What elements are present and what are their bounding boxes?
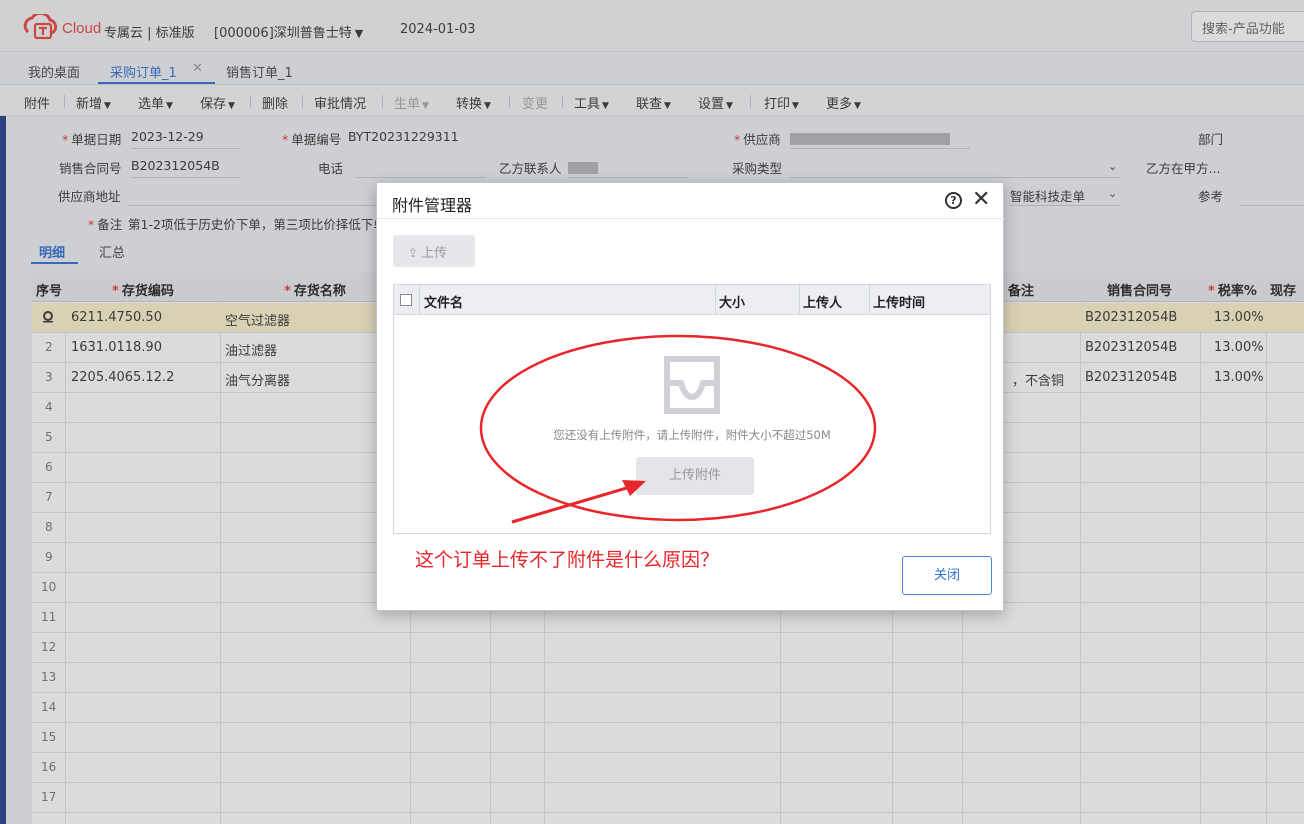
close-button[interactable]: 关闭 — [902, 556, 992, 595]
empty-message: 您还没有上传附件，请上传附件，附件大小不超过50M — [553, 428, 831, 442]
dialog-title: 附件管理器 — [392, 196, 473, 215]
upload-attachment-button[interactable]: 上传附件 — [636, 457, 754, 495]
help-icon[interactable]: ? — [945, 192, 962, 209]
attachment-manager-dialog: 附件管理器 ? ✕ ⇪ 上传 文件名 大小 上传人 上传时间 您还没有上传附件，请… — [376, 182, 1005, 611]
col-file-name: 文件名 — [424, 296, 464, 311]
col-uploader: 上传人 — [803, 296, 843, 311]
file-table-header: 文件名 大小 上传人 上传时间 — [394, 285, 990, 315]
select-all-checkbox[interactable] — [400, 294, 412, 306]
annotation-question: 这个订单上传不了附件是什么原因？ — [415, 549, 720, 571]
empty-inbox-icon — [664, 356, 720, 414]
close-icon[interactable]: ✕ — [972, 187, 990, 212]
col-size: 大小 — [719, 296, 746, 311]
upload-icon: ⇪ — [408, 246, 419, 260]
col-upload-time: 上传时间 — [873, 296, 926, 311]
upload-button[interactable]: ⇪ 上传 — [393, 235, 475, 267]
file-table: 文件名 大小 上传人 上传时间 您还没有上传附件，请上传附件，附件大小不超过50… — [393, 284, 991, 534]
